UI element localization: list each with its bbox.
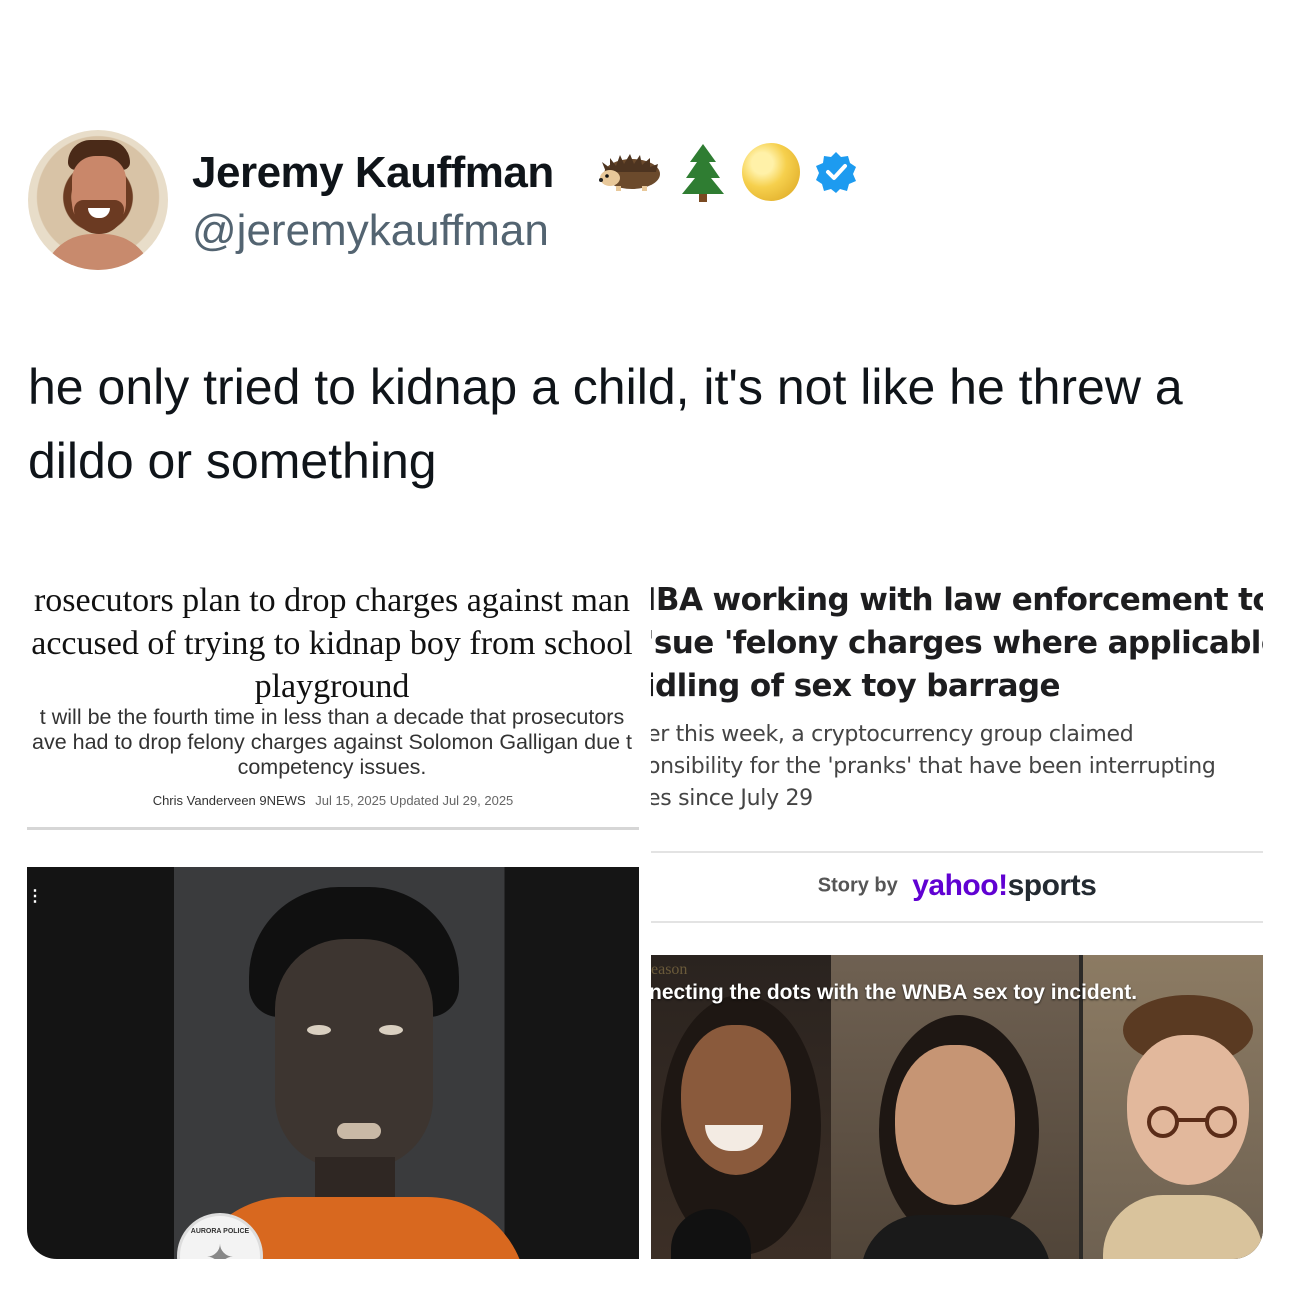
evergreen-tree-icon — [682, 144, 724, 202]
yahoo-logo: yahoo! — [912, 869, 1008, 902]
sports-logo: sports — [1007, 869, 1097, 902]
hedgehog-icon — [599, 154, 660, 191]
article-byline: Chris Vanderveen 9NEWS Jul 15, 2025 Upda… — [27, 793, 639, 808]
avatar[interactable] — [28, 130, 168, 270]
article-headline: IBA working with law enforcement to 'sue… — [651, 582, 1263, 704]
video-caption: necting the dots with the WNBA sex toy i… — [651, 981, 1138, 1004]
tweet-text: he only tried to kidnap a child, it's no… — [28, 359, 1183, 489]
full-moon-icon — [742, 143, 800, 201]
mugshot-photo: ⋮ AURORA POLICE ✦ — [27, 867, 639, 1259]
more-icon: ⋮ — [27, 888, 43, 905]
divider — [651, 921, 1263, 923]
display-name[interactable]: Jeremy Kauffman — [192, 148, 554, 198]
article-headline: rosecutors plan to drop charges against … — [31, 582, 633, 705]
author: Chris Vanderveen 9NEWS — [152, 793, 306, 808]
divider — [651, 851, 1263, 853]
user-handle[interactable]: @jeremykauffman — [192, 206, 549, 256]
media-image-left[interactable]: rosecutors plan to drop charges against … — [27, 565, 639, 1259]
story-by: Story by yahoo!sports — [651, 869, 1263, 903]
story-by-label: Story by — [817, 874, 898, 897]
media-image-right[interactable]: IBA working with law enforcement to 'sue… — [651, 565, 1263, 1259]
video-thumbnail[interactable]: eason necting the dots with the WNBA sex… — [651, 955, 1263, 1259]
glasses-icon — [1147, 1106, 1237, 1138]
video-overlay-label: eason — [651, 961, 688, 978]
article-subheadline: t will be the fourth time in less than a… — [31, 705, 632, 779]
name-emojis — [598, 142, 858, 202]
divider — [27, 827, 639, 830]
verified-badge-icon — [816, 152, 856, 193]
article-subheadline: er this week, a cryptocurrency group cla… — [651, 722, 1216, 811]
publish-date: Jul 15, 2025 Updated Jul 29, 2025 — [315, 793, 514, 808]
